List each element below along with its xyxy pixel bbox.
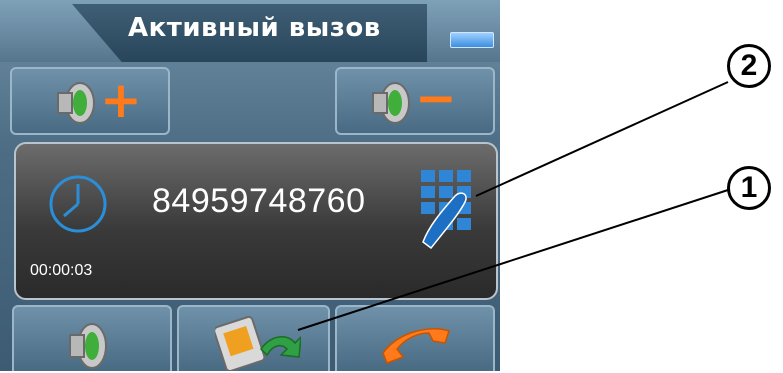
callout-line-2 [475,81,729,197]
callout-2: 2 [727,44,771,88]
callout-1: 1 [727,166,771,210]
callout-lines [297,81,729,331]
callout-line-1 [297,189,729,331]
